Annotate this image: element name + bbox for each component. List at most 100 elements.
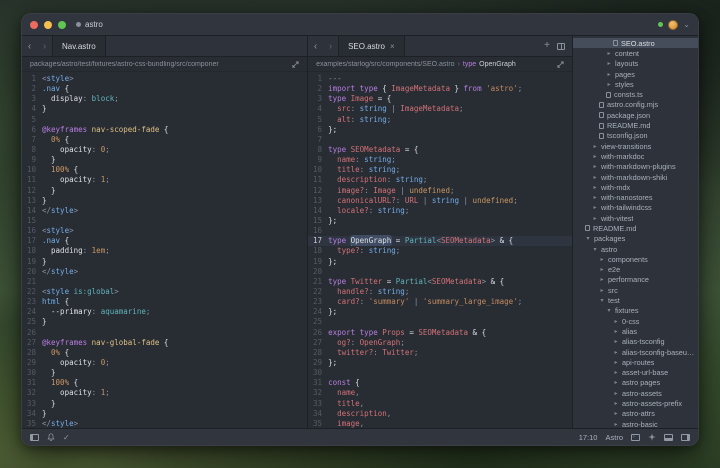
- tree-folder-styles[interactable]: ▸styles: [573, 79, 698, 89]
- code-line[interactable]: 22 handle?: string;: [308, 287, 572, 297]
- code-line[interactable]: 5: [22, 115, 307, 125]
- code-line[interactable]: 35 image,: [308, 419, 572, 428]
- tree-file-seo-astro[interactable]: SEO.astro: [573, 38, 698, 48]
- nav-back-button[interactable]: ‹: [22, 36, 37, 56]
- code-line[interactable]: 32 name,: [308, 388, 572, 398]
- code-line[interactable]: 28 0% {: [22, 348, 307, 358]
- assistant-panel-icon[interactable]: [648, 433, 656, 441]
- code-line[interactable]: 9 name: string;: [308, 155, 572, 165]
- code-line[interactable]: 16: [308, 226, 572, 236]
- tree-folder-0-css[interactable]: ▸0-css: [573, 316, 698, 326]
- code-line[interactable]: 24};: [308, 307, 572, 317]
- tree-folder-test[interactable]: ▾test: [573, 295, 698, 305]
- tree-folder-alias-tsconfig[interactable]: ▸alias-tsconfig: [573, 337, 698, 347]
- expand-pane-icon[interactable]: [292, 61, 299, 68]
- code-line[interactable]: 13 canonicalURL?: URL | string | undefin…: [308, 196, 572, 206]
- code-line[interactable]: 14</style>: [22, 206, 307, 216]
- code-line[interactable]: 18 type?: string;: [308, 246, 572, 256]
- breadcrumb[interactable]: packages/astro/test/fixtures/astro-css-b…: [30, 61, 219, 68]
- code-line[interactable]: 18 padding: 1em;: [22, 246, 307, 256]
- tree-folder-pages[interactable]: ▸pages: [573, 69, 698, 79]
- code-line[interactable]: 21type Twitter = Partial<SEOMetadata> & …: [308, 277, 572, 287]
- editor-nav-astro[interactable]: 1<style>2.nav {3 display: block;4}56@key…: [22, 72, 307, 428]
- tree-folder-content[interactable]: ▸content: [573, 48, 698, 58]
- code-line[interactable]: 23 card?: 'summary' | 'summary_large_ima…: [308, 297, 572, 307]
- code-line[interactable]: 10 title: string;: [308, 165, 572, 175]
- code-line[interactable]: 15: [22, 216, 307, 226]
- code-line[interactable]: 19}: [22, 257, 307, 267]
- tree-folder-src[interactable]: ▸src: [573, 285, 698, 295]
- code-line[interactable]: 33 title,: [308, 399, 572, 409]
- code-line[interactable]: 14 locale?: string;: [308, 206, 572, 216]
- code-line[interactable]: 9 }: [22, 155, 307, 165]
- code-line[interactable]: 30: [308, 368, 572, 378]
- tree-folder-with-vitest[interactable]: ▸with-vitest: [573, 213, 698, 223]
- code-line[interactable]: 10 100% {: [22, 165, 307, 175]
- right-dock-toggle-icon[interactable]: [681, 434, 690, 441]
- tab-seo-astro[interactable]: SEO.astro ×: [338, 36, 405, 56]
- breadcrumb[interactable]: examples/starlog/src/components/SEO.astr…: [316, 61, 455, 68]
- breadcrumb-symbol-name[interactable]: OpenGraph: [479, 61, 516, 68]
- editor-seo-astro[interactable]: 1---2import type { ImageMetadata } from …: [308, 72, 572, 428]
- tree-folder-view-transitions[interactable]: ▸view-transitions: [573, 141, 698, 151]
- diagnostics-check-icon[interactable]: ✓: [63, 433, 70, 442]
- tree-file-astro-config-mjs[interactable]: astro.config.mjs: [573, 100, 698, 110]
- code-line[interactable]: 19};: [308, 257, 572, 267]
- code-line[interactable]: 31const {: [308, 378, 572, 388]
- close-window-button[interactable]: [30, 21, 38, 29]
- terminal-panel-icon[interactable]: ›: [631, 434, 640, 441]
- notification-bell-icon[interactable]: [47, 433, 55, 441]
- code-line[interactable]: 26export type Props = SEOMetadata & {: [308, 328, 572, 338]
- code-line[interactable]: 8type SEOMetadata = {: [308, 145, 572, 155]
- tree-folder-with-markdown-shiki[interactable]: ▸with-markdown-shiki: [573, 172, 698, 182]
- bottom-dock-toggle-icon[interactable]: [664, 434, 673, 441]
- code-line[interactable]: 8 opacity: 0;: [22, 145, 307, 155]
- code-line[interactable]: 6};: [308, 125, 572, 135]
- project-panel-toggle-icon[interactable]: [30, 434, 39, 441]
- tab-nav-astro[interactable]: Nav.astro: [52, 36, 106, 56]
- tree-folder-astro[interactable]: ▾astro: [573, 244, 698, 254]
- cursor-position[interactable]: 17:10: [579, 433, 598, 442]
- project-panel[interactable]: SEO.astro▸content▸layouts▸pages▸stylesco…: [573, 36, 698, 428]
- tree-folder-asset-url-base[interactable]: ▸asset-url-base: [573, 368, 698, 378]
- minimize-window-button[interactable]: [44, 21, 52, 29]
- code-line[interactable]: 6@keyframes nav-scoped-fade {: [22, 125, 307, 135]
- code-line[interactable]: 32 opacity: 1;: [22, 388, 307, 398]
- tree-folder-astro-basic[interactable]: ▸astro-basic: [573, 419, 698, 428]
- new-tab-button[interactable]: +: [544, 41, 550, 51]
- code-line[interactable]: 28 twitter?: Twitter;: [308, 348, 572, 358]
- code-line[interactable]: 4 src: string | ImageMetadata;: [308, 104, 572, 114]
- code-line[interactable]: 29 opacity: 0;: [22, 358, 307, 368]
- code-line[interactable]: 17.nav {: [22, 236, 307, 246]
- code-line[interactable]: 3type Image = {: [308, 94, 572, 104]
- tree-folder-astro-assets-prefix[interactable]: ▸astro-assets-prefix: [573, 398, 698, 408]
- code-line[interactable]: 26: [22, 328, 307, 338]
- code-line[interactable]: 20</style>: [22, 267, 307, 277]
- tree-folder-astro-assets[interactable]: ▸astro-assets: [573, 388, 698, 398]
- tree-folder-with-markdoc[interactable]: ▸with-markdoc: [573, 151, 698, 161]
- tree-folder-with-markdown-plugins[interactable]: ▸with-markdown-plugins: [573, 162, 698, 172]
- tree-file-package-json[interactable]: package.json: [573, 110, 698, 120]
- tree-folder-alias-tsconfig-baseurl-c[interactable]: ▸alias-tsconfig-baseurl-c: [573, 347, 698, 357]
- tree-folder-fixtures[interactable]: ▾fixtures: [573, 306, 698, 316]
- nav-back-button[interactable]: ‹: [308, 36, 323, 56]
- code-line[interactable]: 34}: [22, 409, 307, 419]
- code-line[interactable]: 3 display: block;: [22, 94, 307, 104]
- close-tab-icon[interactable]: ×: [390, 42, 395, 51]
- tree-folder-astro-attrs[interactable]: ▸astro-attrs: [573, 409, 698, 419]
- code-line[interactable]: 12 }: [22, 186, 307, 196]
- code-line[interactable]: 20: [308, 267, 572, 277]
- code-line[interactable]: 25}: [22, 317, 307, 327]
- tree-folder-packages[interactable]: ▾packages: [573, 234, 698, 244]
- code-line[interactable]: 13}: [22, 196, 307, 206]
- code-line[interactable]: 7: [308, 135, 572, 145]
- code-line[interactable]: 1---: [308, 74, 572, 84]
- code-line[interactable]: 23html {: [22, 297, 307, 307]
- code-line[interactable]: 12 image?: Image | undefined;: [308, 186, 572, 196]
- code-line[interactable]: 5 alt: string;: [308, 115, 572, 125]
- code-line[interactable]: 7 0% {: [22, 135, 307, 145]
- tree-file-consts-ts[interactable]: consts.ts: [573, 89, 698, 99]
- tree-folder-alias[interactable]: ▸alias: [573, 326, 698, 336]
- code-line[interactable]: 27@keyframes nav-global-fade {: [22, 338, 307, 348]
- code-line[interactable]: 2.nav {: [22, 84, 307, 94]
